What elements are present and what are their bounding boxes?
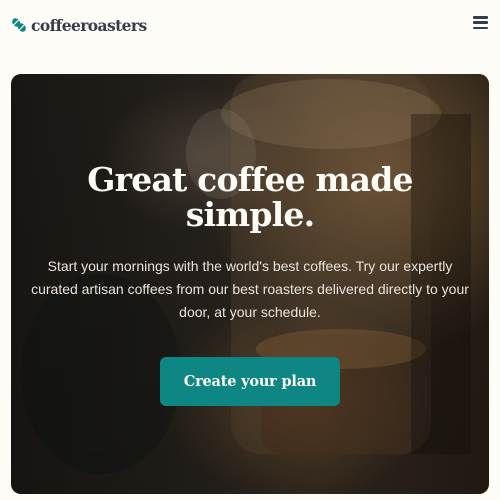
hero-title: Great coffee made simple.	[87, 160, 413, 234]
hero-description: Start your mornings with the world's bes…	[31, 258, 469, 320]
brand-name: coffeeroasters	[31, 15, 147, 35]
site-header: coffeeroasters	[0, 0, 500, 50]
coffee-beans-icon	[12, 18, 26, 32]
hamburger-menu-icon[interactable]	[473, 15, 488, 30]
brand-logo[interactable]: coffeeroasters	[11, 14, 147, 36]
create-plan-button[interactable]: Create your plan	[160, 357, 340, 406]
hero-section: Great coffee made simple. Start your mor…	[11, 74, 489, 494]
